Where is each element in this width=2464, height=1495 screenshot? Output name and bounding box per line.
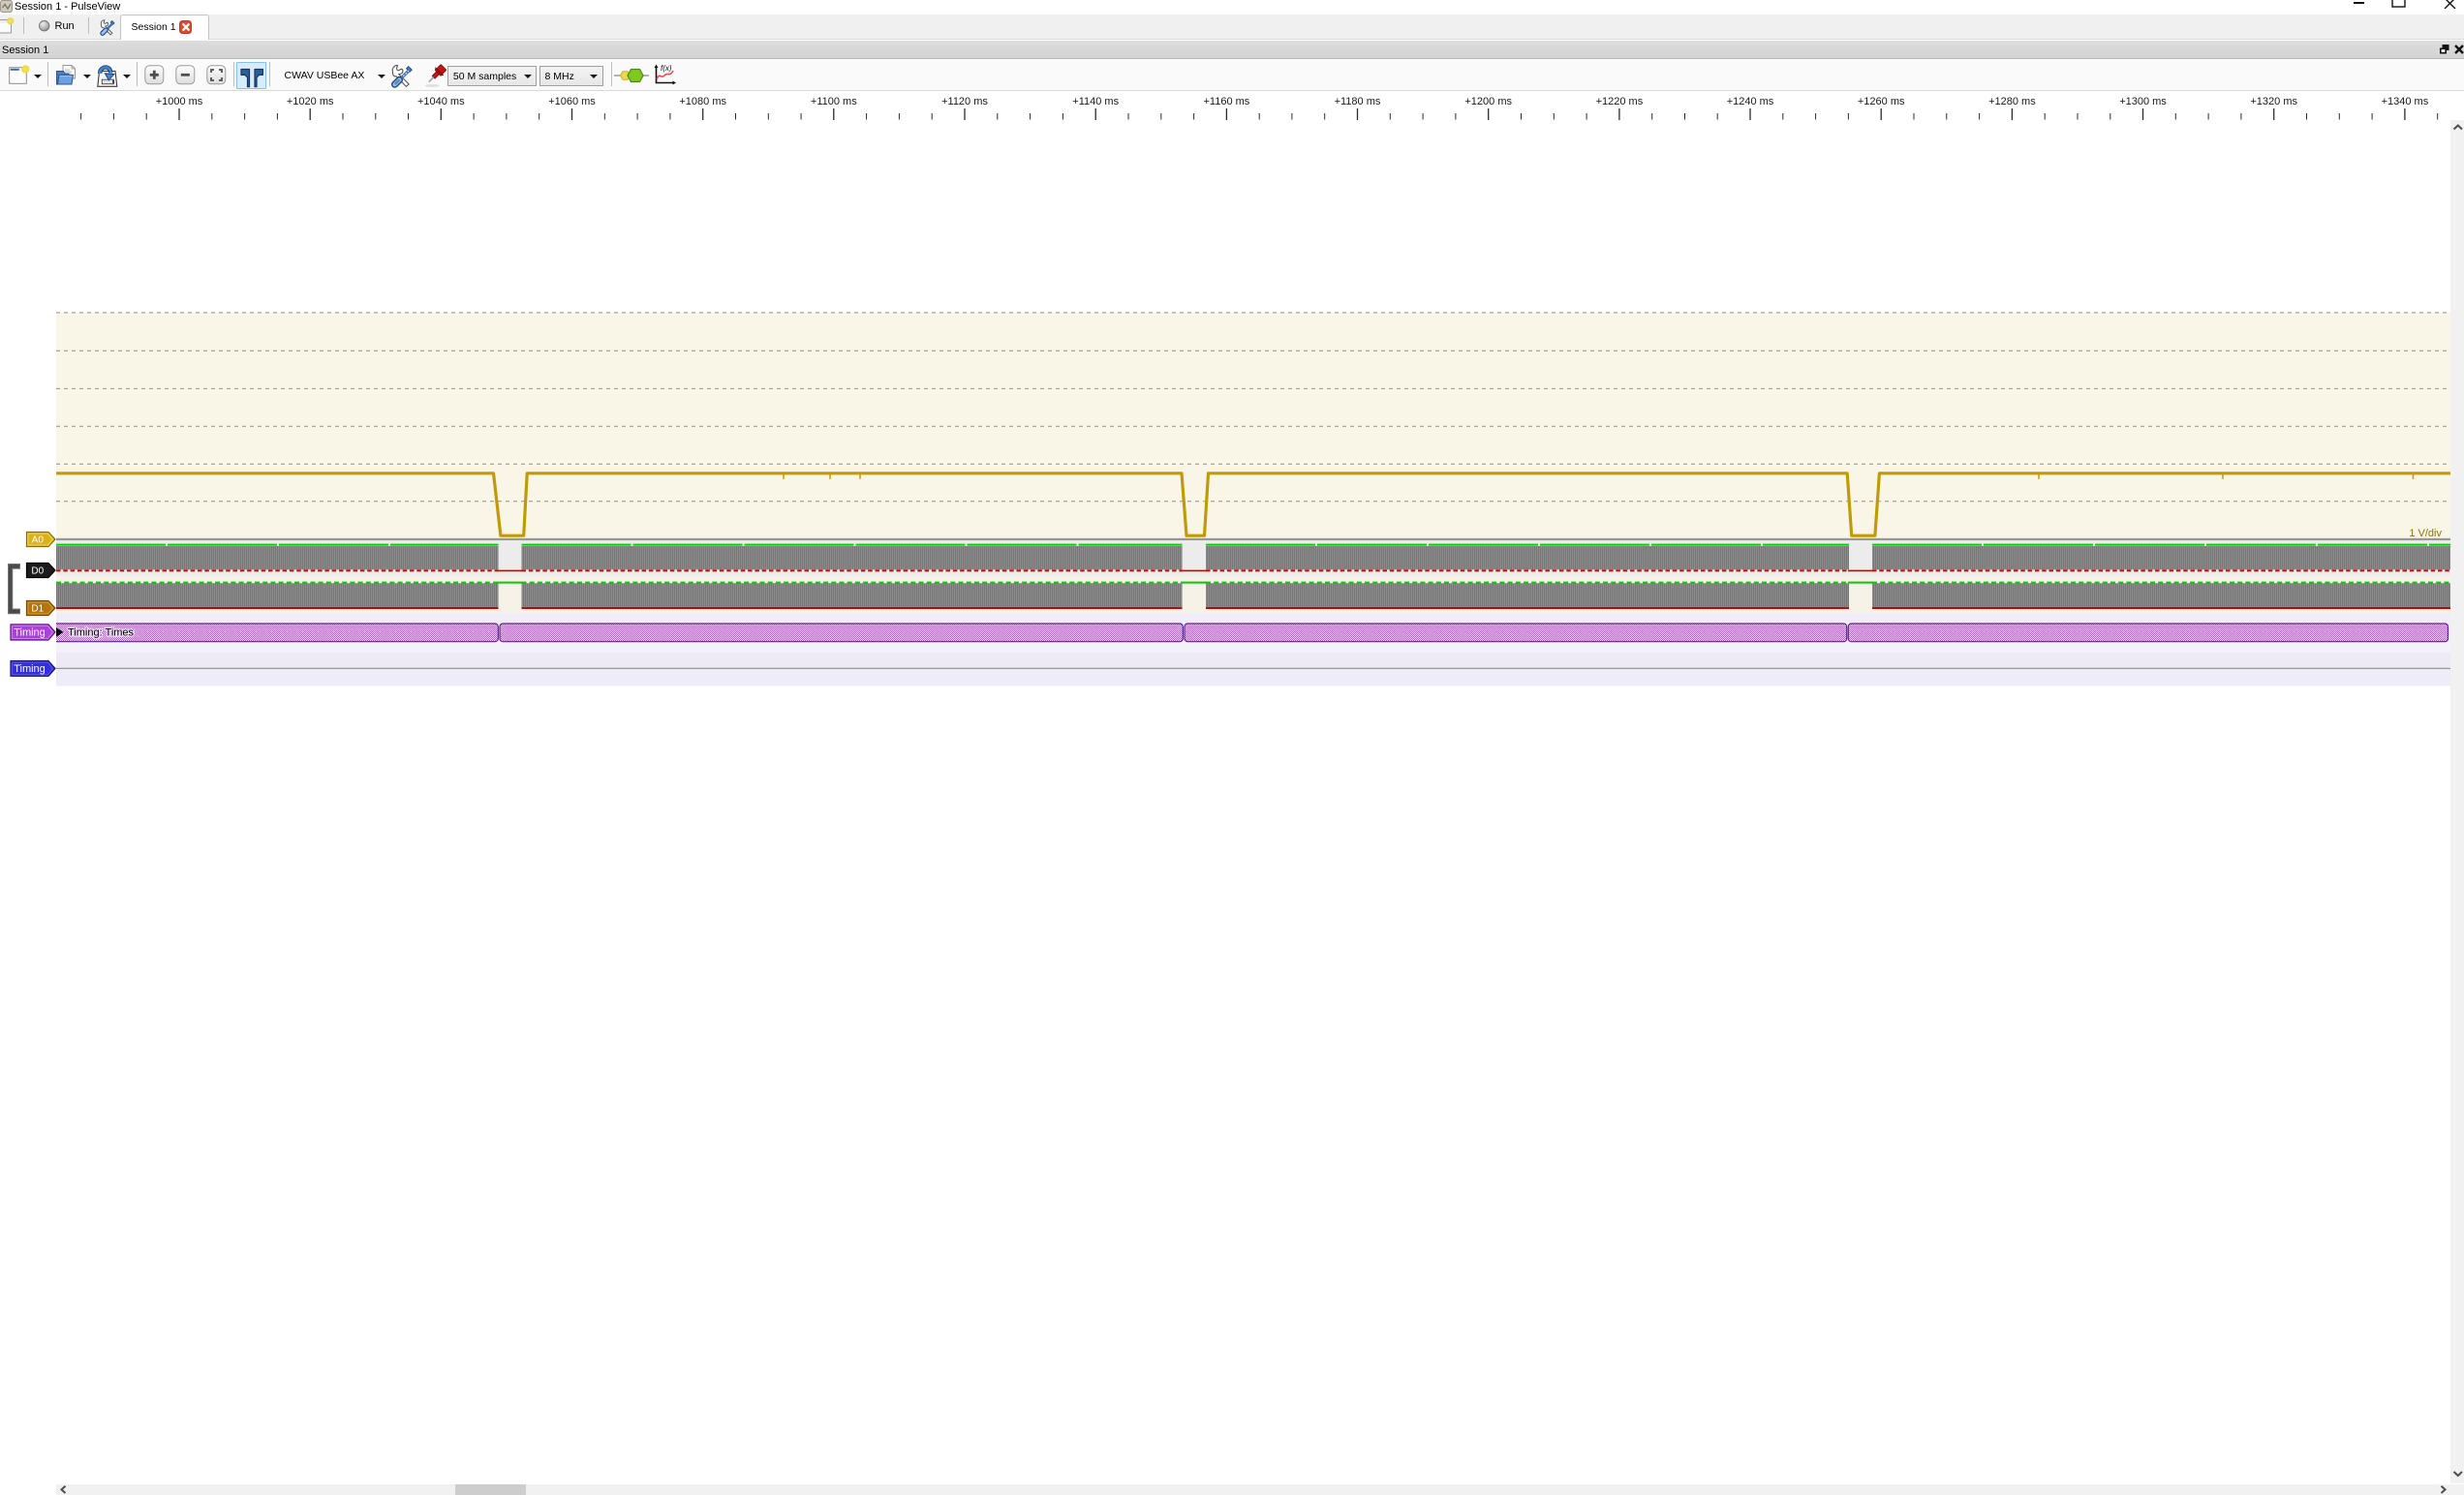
svg-text:+1200 ms: +1200 ms	[1464, 96, 1512, 107]
svg-text:+1280 ms: +1280 ms	[1988, 96, 2036, 107]
svg-text:+1320 ms: +1320 ms	[2250, 96, 2297, 107]
svg-text:+1260 ms: +1260 ms	[1858, 96, 1905, 107]
svg-text:D0: D0	[31, 566, 44, 577]
svg-text:+1020 ms: +1020 ms	[287, 96, 334, 107]
svg-text:+1160 ms: +1160 ms	[1203, 96, 1249, 107]
svg-text:+1140 ms: +1140 ms	[1072, 96, 1119, 107]
svg-text:+1120 ms: +1120 ms	[941, 96, 988, 107]
svg-text:+1080 ms: +1080 ms	[679, 96, 726, 107]
svg-text:Timing: Times: Timing: Times	[68, 627, 135, 639]
svg-text:1 V/div: 1 V/div	[2409, 528, 2442, 539]
svg-text:+1180 ms: +1180 ms	[1335, 96, 1381, 107]
svg-text:+1100 ms: +1100 ms	[811, 96, 857, 107]
svg-text:+1300 ms: +1300 ms	[2119, 96, 2167, 107]
svg-text:Timing: Timing	[14, 663, 46, 675]
svg-text:+1060 ms: +1060 ms	[548, 96, 596, 107]
svg-text:+1220 ms: +1220 ms	[1596, 96, 1644, 107]
svg-text:+1340 ms: +1340 ms	[2382, 96, 2429, 107]
svg-text:Timing: Timing	[14, 627, 46, 639]
svg-text:+1240 ms: +1240 ms	[1727, 96, 1774, 107]
svg-text:A0: A0	[32, 535, 45, 546]
svg-text:+1040 ms: +1040 ms	[417, 96, 465, 107]
svg-text:D1: D1	[31, 604, 44, 615]
svg-text:+1000 ms: +1000 ms	[156, 96, 203, 107]
svg-text:f(x): f(x)	[661, 64, 672, 73]
